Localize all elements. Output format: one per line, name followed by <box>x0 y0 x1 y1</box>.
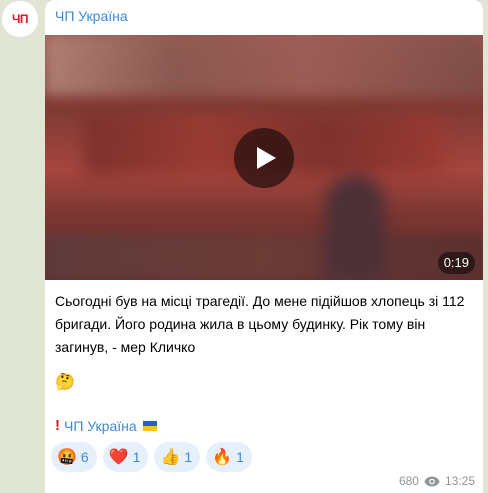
angry-face-icon: 🤬 <box>57 449 77 466</box>
heart-icon: ❤️ <box>108 449 129 466</box>
fire-icon: 🔥 <box>212 449 233 466</box>
video-blur-layer <box>45 235 483 280</box>
message-bubble: ЧП Україна 0:19 Сьогодні був на місці тр… <box>45 0 483 493</box>
thumbs-up-icon: 👍 <box>160 449 181 466</box>
video-blur-figure <box>325 175 385 280</box>
thinking-emoji: 🤔 <box>55 374 75 391</box>
reaction-count: 6 <box>80 449 89 465</box>
reaction-angry[interactable]: 🤬 6 <box>51 442 97 472</box>
channel-avatar[interactable]: ЧП <box>2 1 38 37</box>
video-duration: 0:19 <box>437 252 475 274</box>
reactions-bar: 🤬 6 ❤️ 1 👍 1 🔥 1 <box>51 442 252 472</box>
ukraine-flag-icon <box>142 421 157 431</box>
channel-name[interactable]: ЧП Україна <box>55 8 128 24</box>
play-button[interactable] <box>234 128 294 188</box>
video-blur-layer <box>45 35 483 95</box>
reaction-count: 1 <box>184 449 193 465</box>
video-preview[interactable]: 0:19 <box>45 35 483 280</box>
message-text: Сьогодні був на місці трагедії. До мене … <box>55 293 465 355</box>
view-count: 680 <box>398 474 419 488</box>
reaction-fire[interactable]: 🔥 1 <box>206 442 252 472</box>
play-icon <box>257 147 276 169</box>
reaction-count: 1 <box>132 449 141 465</box>
message-meta: 680 13:25 <box>399 474 475 488</box>
eye-icon <box>424 476 440 486</box>
reaction-heart[interactable]: ❤️ 1 <box>102 442 149 472</box>
message-time: 13:25 <box>444 474 475 488</box>
channel-signature[interactable]: ! ЧП Україна <box>55 416 157 436</box>
reaction-count: 1 <box>236 449 244 465</box>
avatar-text: ЧП <box>11 12 29 26</box>
exclamation-icon: ! <box>55 417 60 434</box>
signature-link[interactable]: ЧП Україна <box>64 416 137 436</box>
reaction-thumbs-up[interactable]: 👍 1 <box>154 442 201 472</box>
